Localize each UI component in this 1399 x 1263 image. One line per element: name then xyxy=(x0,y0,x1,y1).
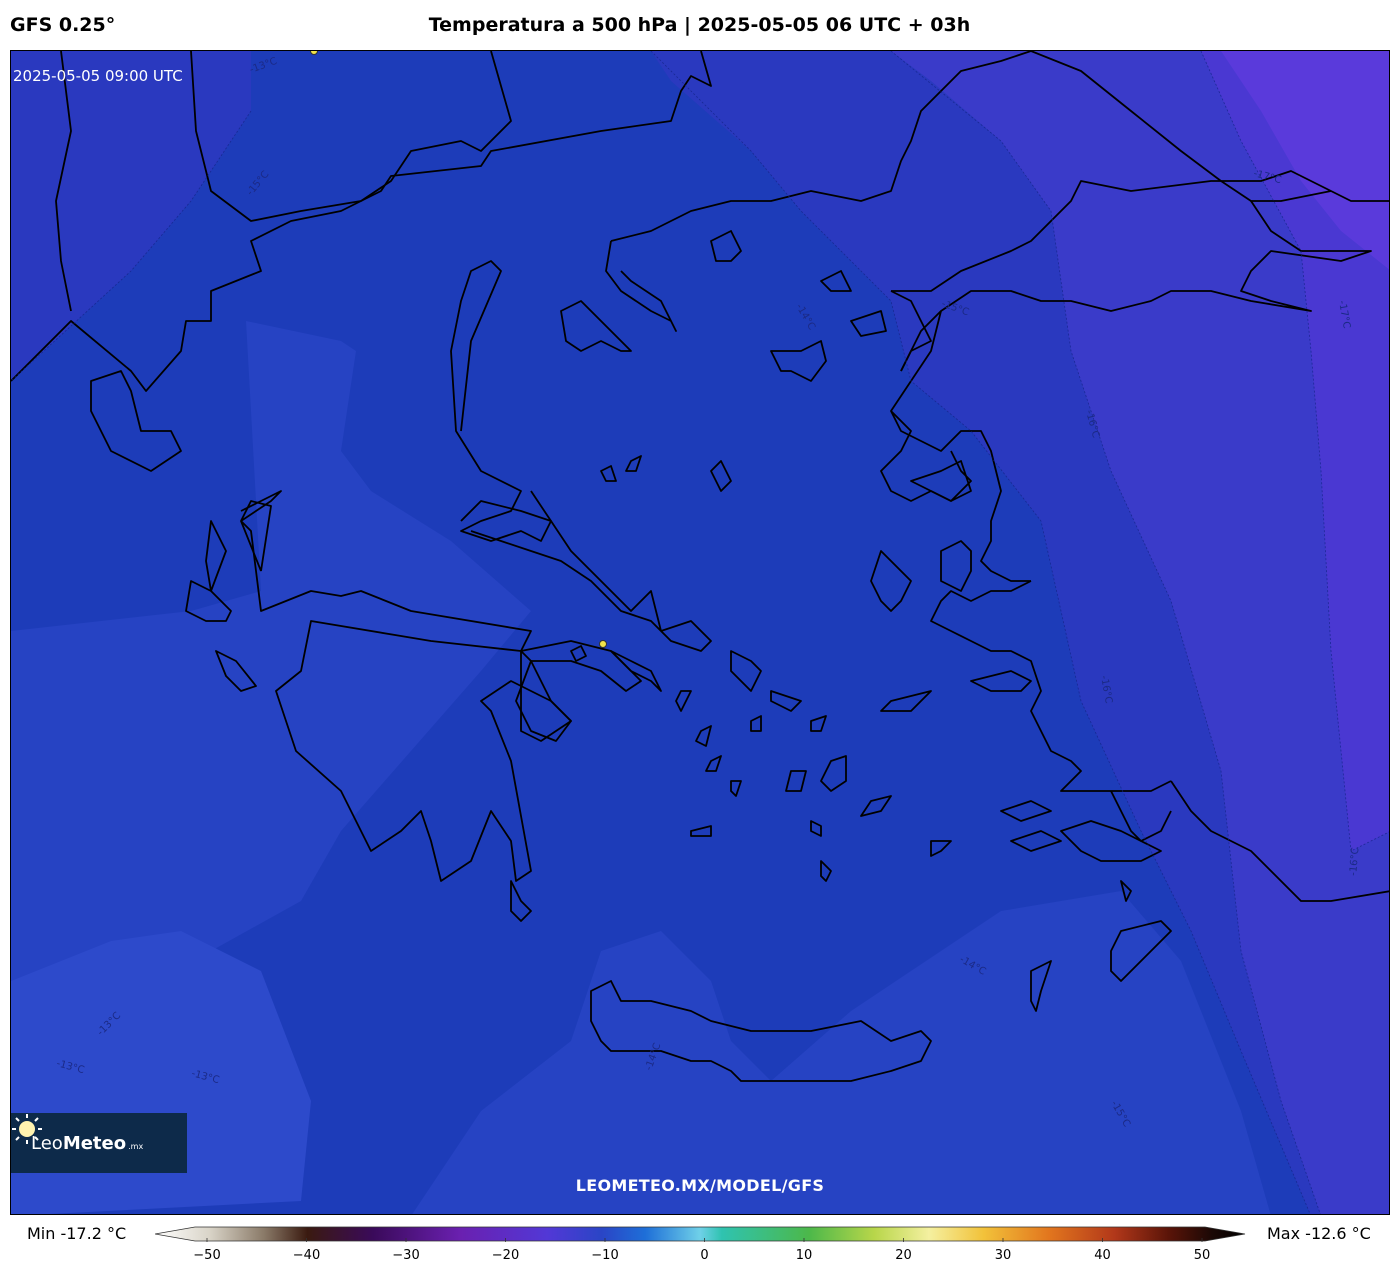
colorbar-tick-label: 0 xyxy=(700,1248,709,1263)
colorbar-tick-label: −10 xyxy=(591,1248,619,1263)
map-title: Temperatura a 500 hPa | 2025-05-05 06 UT… xyxy=(428,14,971,36)
logo-wordmark: LeoMeteo xyxy=(31,1132,127,1154)
colorbar xyxy=(155,1226,1246,1242)
colorbar-tick-label: 20 xyxy=(895,1248,912,1263)
colorbar-tick-label: −20 xyxy=(491,1248,520,1263)
valid-time: 2025-05-05 09:00 UTC xyxy=(13,67,183,85)
sun-icon xyxy=(12,1114,42,1144)
logo-tld: .mx xyxy=(128,1141,144,1151)
colorbar-tick-label: −40 xyxy=(292,1248,321,1263)
colorbar-tick-label: 50 xyxy=(1193,1248,1211,1263)
colorbar-tick-label: −50 xyxy=(193,1248,221,1263)
temperature-field: -13°C -15°C -14°C -15°C -17°C -17°C -16°… xyxy=(11,51,1389,1214)
colorbar-tick-label: 10 xyxy=(795,1248,813,1263)
map-panel: -13°C -15°C -14°C -15°C -17°C -17°C -16°… xyxy=(10,50,1390,1215)
colorbar-max-label: Max -12.6 °C xyxy=(1267,1224,1371,1243)
leometeo-logo[interactable]: LeoMeteo .mx xyxy=(11,1113,187,1173)
colorbar-tick-label: −30 xyxy=(392,1248,420,1263)
colorbar-tick-label: 30 xyxy=(994,1248,1012,1263)
city-marker[interactable] xyxy=(599,640,607,648)
colorbar-tick-label: 40 xyxy=(1094,1248,1111,1263)
colorbar-min-label: Min -17.2 °C xyxy=(27,1224,127,1243)
site-watermark: LEOMETEO.MX/MODEL/GFS xyxy=(575,1176,825,1195)
